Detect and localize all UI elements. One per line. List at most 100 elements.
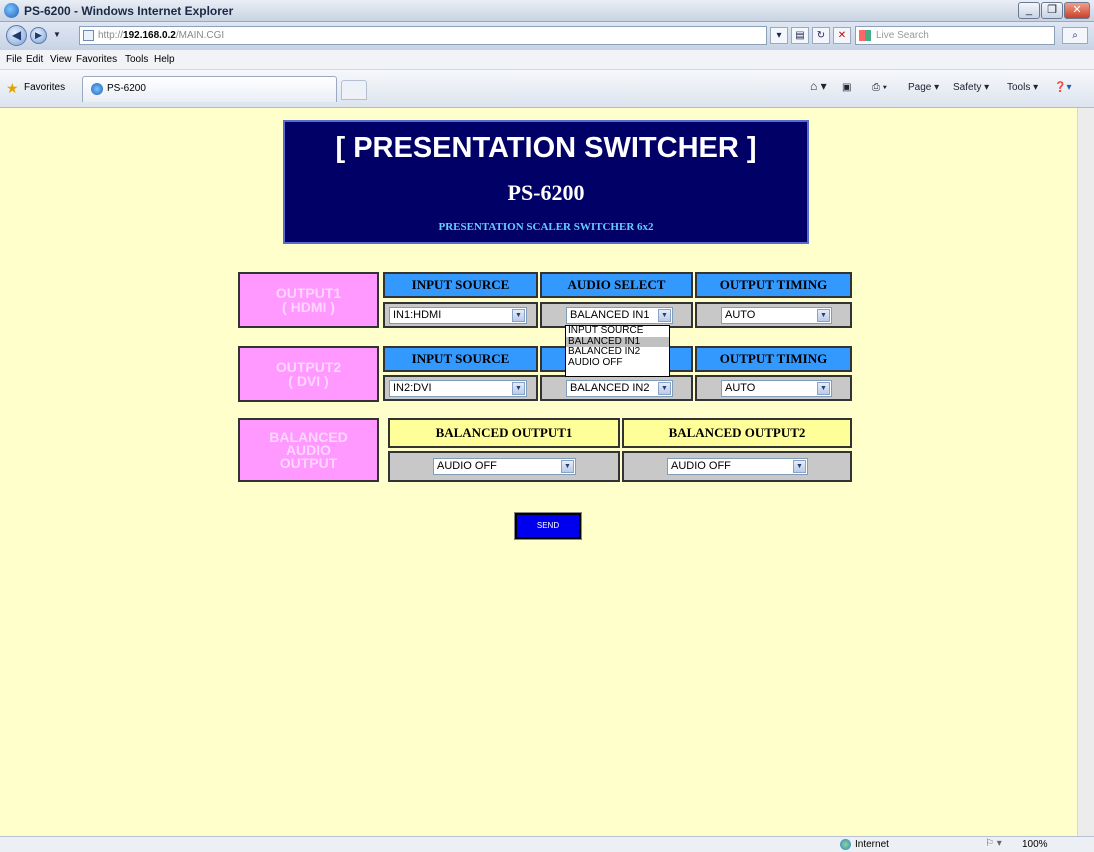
- security-zone[interactable]: Internet: [855, 839, 889, 850]
- model-name: PS-6200: [507, 180, 585, 205]
- favorites-star-icon[interactable]: ★: [6, 80, 19, 97]
- menu-favorites[interactable]: Favorites: [76, 54, 117, 65]
- recent-pages-dropdown[interactable]: ▼: [53, 30, 61, 39]
- protected-mode-icon[interactable]: ⚐ ▾: [985, 838, 1002, 849]
- balanced-output1-select[interactable]: AUDIO OFF ▼: [433, 458, 576, 475]
- dropdown-option-input-source[interactable]: INPUT SOURCE: [566, 326, 669, 337]
- output2-input-source-value: IN2:DVI: [393, 382, 432, 394]
- dropdown-option-balanced-in2[interactable]: BALANCED IN2: [566, 347, 669, 358]
- output2-output-timing-select[interactable]: AUTO ▼: [721, 380, 832, 397]
- forward-button[interactable]: ▶: [30, 27, 47, 44]
- stop-icon[interactable]: ✕: [833, 27, 851, 44]
- menu-bar: File Edit View Favorites Tools Help: [0, 50, 1094, 70]
- menu-help[interactable]: Help: [154, 54, 175, 65]
- ie-logo-icon: [4, 3, 19, 18]
- address-field[interactable]: http://192.168.0.2/MAIN.CGI: [79, 26, 767, 45]
- page-subtitle: PRESENTATION SCALER SWITCHER 6x2: [438, 221, 654, 233]
- address-dropdown-button[interactable]: ▾: [770, 27, 788, 44]
- output1-output-timing-value: AUTO: [725, 309, 756, 321]
- menu-file[interactable]: File: [6, 54, 22, 65]
- back-button[interactable]: ◀: [6, 25, 27, 46]
- output1-label-line1: OUTPUT1: [275, 285, 342, 301]
- balanced-output2-select[interactable]: AUDIO OFF ▼: [667, 458, 808, 475]
- output2-output-timing-header: OUTPUT TIMING: [695, 346, 852, 372]
- output2-audio-select[interactable]: BALANCED IN2 ▼: [566, 380, 673, 397]
- window-controls: _ ❐ ✕: [1018, 2, 1090, 19]
- balanced-label-line3: OUTPUT: [279, 454, 338, 471]
- output2-input-source-header: INPUT SOURCE: [383, 346, 538, 372]
- page-content: [ PRESENTATION SWITCHER ] PS-6200 PRESEN…: [0, 108, 1094, 836]
- chevron-down-icon[interactable]: ▼: [817, 309, 830, 322]
- favorites-label[interactable]: Favorites: [24, 82, 65, 93]
- minimize-button[interactable]: _: [1018, 2, 1040, 19]
- help-icon[interactable]: ❓▾: [1054, 82, 1071, 93]
- output1-label-line2: ( HDMI ): [282, 299, 335, 315]
- output1-output-timing-select[interactable]: AUTO ▼: [721, 307, 832, 324]
- output1-output-timing-cell: AUTO ▼: [695, 302, 852, 328]
- live-search-placeholder: Live Search: [876, 30, 929, 41]
- internet-zone-icon: [840, 839, 851, 850]
- compatibility-icon[interactable]: ▤: [791, 27, 809, 44]
- output2-input-source-select[interactable]: IN2:DVI ▼: [389, 380, 527, 397]
- balanced-output2-header: BALANCED OUTPUT2: [622, 418, 852, 448]
- print-icon[interactable]: ⎙ ▾: [872, 82, 887, 93]
- output1-input-source-select[interactable]: IN1:HDMI ▼: [389, 307, 527, 324]
- balanced-audio-output-label: BALANCED AUDIO OUTPUT: [238, 418, 379, 482]
- chevron-down-icon[interactable]: ▼: [512, 382, 525, 395]
- chevron-down-icon[interactable]: ▼: [658, 382, 671, 395]
- home-icon[interactable]: ⌂ ▾: [810, 79, 827, 93]
- window-title: PS-6200 - Windows Internet Explorer: [24, 4, 234, 18]
- close-button[interactable]: ✕: [1064, 2, 1090, 19]
- output2-label-line2: ( DVI ): [288, 373, 329, 389]
- address-toolbar: ◀ ▶ ▼ http://192.168.0.2/MAIN.CGI ▾ ▤ ↻ …: [0, 22, 1094, 50]
- favorites-bar: ★ Favorites PS-6200 ⌂ ▾ ▣ ⎙ ▾ Page ▾ Saf…: [0, 70, 1094, 108]
- search-button-icon[interactable]: ⌕: [1062, 27, 1088, 44]
- chevron-down-icon[interactable]: ▼: [561, 460, 574, 473]
- tools-menu[interactable]: Tools ▾: [1007, 82, 1038, 93]
- feeds-icon[interactable]: ▣: [842, 82, 851, 93]
- balanced-output1-value: AUDIO OFF: [437, 460, 497, 472]
- page-icon: [83, 30, 94, 41]
- live-search-logo-icon: [859, 30, 871, 41]
- tab-ps-6200[interactable]: PS-6200: [82, 76, 337, 102]
- output2-label: OUTPUT2 ( DVI ): [238, 346, 379, 402]
- output1-output-timing-header: OUTPUT TIMING: [695, 272, 852, 298]
- zoom-level[interactable]: 100%: [1022, 839, 1048, 850]
- page-header: [ PRESENTATION SWITCHER ] PS-6200 PRESEN…: [283, 120, 809, 244]
- vertical-scrollbar[interactable]: [1077, 108, 1094, 836]
- balanced-output1-cell: AUDIO OFF ▼: [388, 451, 620, 482]
- chevron-down-icon[interactable]: ▼: [512, 309, 525, 322]
- output2-label-line1: OUTPUT2: [275, 359, 342, 375]
- page-menu[interactable]: Page ▾: [908, 82, 939, 93]
- output1-audio-select[interactable]: BALANCED IN1 ▼: [566, 307, 673, 324]
- menu-view[interactable]: View: [50, 54, 72, 65]
- address-url: http://192.168.0.2/MAIN.CGI: [98, 30, 225, 41]
- output1-audio-select-header: AUDIO SELECT: [540, 272, 693, 298]
- chevron-down-icon[interactable]: ▼: [793, 460, 806, 473]
- output1-input-source-value: IN1:HDMI: [393, 309, 442, 321]
- output2-output-timing-cell: AUTO ▼: [695, 375, 852, 401]
- output2-audio-select-cell: BALANCED IN2 ▼: [540, 375, 693, 401]
- menu-edit[interactable]: Edit: [26, 54, 43, 65]
- output1-audio-select-value: BALANCED IN1: [570, 309, 650, 321]
- output2-audio-select-value: BALANCED IN2: [570, 382, 650, 394]
- balanced-output2-cell: AUDIO OFF ▼: [622, 451, 852, 482]
- tab-page-icon: [91, 83, 103, 95]
- output1-input-source-header: INPUT SOURCE: [383, 272, 538, 298]
- page-title: [ PRESENTATION SWITCHER ]: [335, 132, 757, 164]
- output2-output-timing-value: AUTO: [725, 382, 756, 394]
- new-tab-button[interactable]: [341, 80, 367, 100]
- safety-menu[interactable]: Safety ▾: [953, 82, 989, 93]
- dropdown-option-audio-off[interactable]: AUDIO OFF: [566, 357, 669, 369]
- send-button[interactable]: SEND: [514, 512, 582, 540]
- balanced-output2-value: AUDIO OFF: [671, 460, 731, 472]
- maximize-button[interactable]: ❐: [1041, 2, 1063, 19]
- refresh-icon[interactable]: ↻: [812, 27, 830, 44]
- status-bar: Internet ⚐ ▾ 100%: [0, 836, 1094, 852]
- output1-input-source-cell: IN1:HDMI ▼: [383, 302, 538, 328]
- chevron-down-icon[interactable]: ▼: [658, 309, 671, 322]
- menu-tools[interactable]: Tools: [125, 54, 148, 65]
- chevron-down-icon[interactable]: ▼: [817, 382, 830, 395]
- live-search-input[interactable]: Live Search: [855, 26, 1055, 45]
- window-titlebar: PS-6200 - Windows Internet Explorer _ ❐ …: [0, 0, 1094, 22]
